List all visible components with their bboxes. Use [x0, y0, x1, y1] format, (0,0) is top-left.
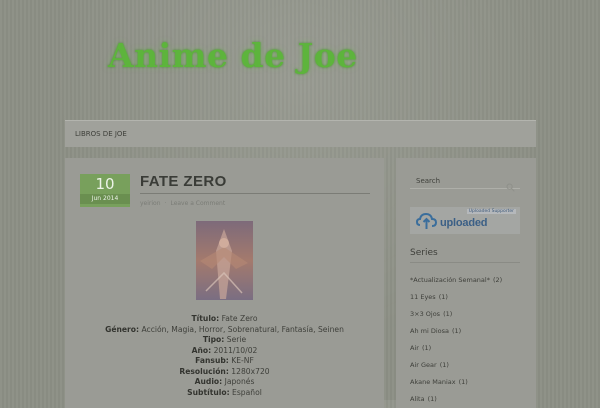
- info-row-genero: Género: Acción, Magia, Horror, Sobrenatu…: [65, 325, 384, 336]
- site-title[interactable]: Anime de Joe: [108, 36, 358, 75]
- series-link[interactable]: Ah mi Diosa: [410, 327, 449, 335]
- post-poster-image[interactable]: [196, 221, 253, 300]
- post-date-month: Jun 2014: [80, 194, 130, 204]
- info-value: 2011/10/02: [213, 345, 258, 355]
- info-row-audio: Audio: Japonés: [65, 377, 384, 388]
- list-item: Ah mi Diosa (1): [410, 326, 502, 343]
- post-author-link[interactable]: yeirion: [140, 200, 161, 207]
- info-value: Japonés: [224, 377, 255, 386]
- post-date-day: 10: [95, 175, 115, 193]
- info-key: Audio:: [194, 377, 223, 386]
- series-link[interactable]: 11 Eyes: [410, 293, 436, 301]
- info-value: Serie: [226, 335, 247, 344]
- info-key: Título:: [191, 314, 220, 323]
- post-date-badge: 10 Jun 2014: [80, 174, 130, 207]
- post-meta: yeirion · Leave a Comment: [140, 200, 225, 207]
- series-count: (2): [492, 276, 503, 284]
- list-item: *Actualización Semanal* (2): [410, 275, 502, 292]
- info-key: Año:: [191, 345, 212, 355]
- uploaded-banner-tag: Uploaded Supporter: [466, 209, 516, 214]
- series-link[interactable]: Alita: [410, 395, 425, 403]
- series-list: *Actualización Semanal* (2) 11 Eyes (1) 3×…: [410, 275, 502, 408]
- post-title[interactable]: FATE ZERO: [140, 173, 370, 194]
- search-input[interactable]: [410, 173, 520, 189]
- info-row-subtitulo: Subtítulo: Español: [65, 388, 384, 399]
- search-icon[interactable]: [506, 177, 515, 196]
- series-link[interactable]: Air Gear: [410, 361, 437, 369]
- cloud-upload-icon: [416, 212, 438, 229]
- series-link[interactable]: Air: [410, 344, 419, 352]
- nav-item-libros-de-joe[interactable]: LIBROS DE JOE: [75, 130, 127, 138]
- list-item: Akane Maniax (1): [410, 377, 502, 394]
- series-count: (1): [443, 310, 453, 318]
- info-value: Fate Zero: [221, 314, 258, 323]
- anime-info-list: Título: Fate Zero Género: Acción, Magia,…: [65, 314, 384, 398]
- series-count: (1): [421, 344, 432, 352]
- series-widget-title: Series: [410, 248, 520, 263]
- info-key: Tipo:: [202, 335, 225, 344]
- meta-separator: ·: [164, 200, 167, 207]
- series-count: (1): [452, 327, 462, 335]
- info-row-tipo: Tipo: Serie: [65, 335, 384, 346]
- list-item: 3×3 Ojos (1): [410, 309, 502, 326]
- uploaded-banner[interactable]: Uploaded Supporter uploaded: [410, 207, 520, 234]
- info-key: Fansub:: [195, 356, 229, 365]
- list-item: Alita (1): [410, 394, 502, 408]
- uploaded-banner-wordmark: uploaded: [440, 217, 488, 229]
- info-value: 1280x720: [231, 366, 270, 376]
- info-row-resolucion: Resolución: 1280x720: [65, 367, 384, 378]
- info-value: KE-NF: [231, 356, 254, 365]
- series-link[interactable]: *Actualización Semanal*: [410, 276, 490, 284]
- info-key: Subtítulo:: [187, 387, 230, 397]
- info-value: Acción, Magia, Horror, Sobrenatural, Fan…: [141, 324, 344, 334]
- info-value: Español: [232, 387, 262, 397]
- sidebar: Uploaded Supporter uploaded Series *Actu…: [396, 158, 536, 408]
- series-count: (1): [438, 293, 448, 301]
- series-link[interactable]: 3×3 Ojos: [410, 310, 440, 318]
- list-item: Air Gear (1): [410, 360, 502, 377]
- info-row-ano: Año: 2011/10/02: [65, 346, 384, 357]
- leave-comment-link[interactable]: Leave a Comment: [170, 200, 225, 207]
- series-count: (1): [439, 361, 449, 369]
- list-item: 11 Eyes (1): [410, 292, 502, 309]
- main-nav: LIBROS DE JOE: [65, 120, 536, 147]
- series-count: (1): [427, 395, 437, 403]
- info-key: Resolución:: [179, 366, 229, 376]
- info-key: Género:: [105, 324, 140, 334]
- info-row-titulo: Título: Fate Zero: [65, 314, 384, 325]
- info-row-fansub: Fansub: KE-NF: [65, 356, 384, 367]
- series-count: (1): [458, 378, 468, 386]
- post-article: 10 Jun 2014 FATE ZERO yeirion · Leave a Co…: [65, 158, 384, 408]
- series-link[interactable]: Akane Maniax: [410, 378, 456, 386]
- list-item: Air (1): [410, 343, 502, 360]
